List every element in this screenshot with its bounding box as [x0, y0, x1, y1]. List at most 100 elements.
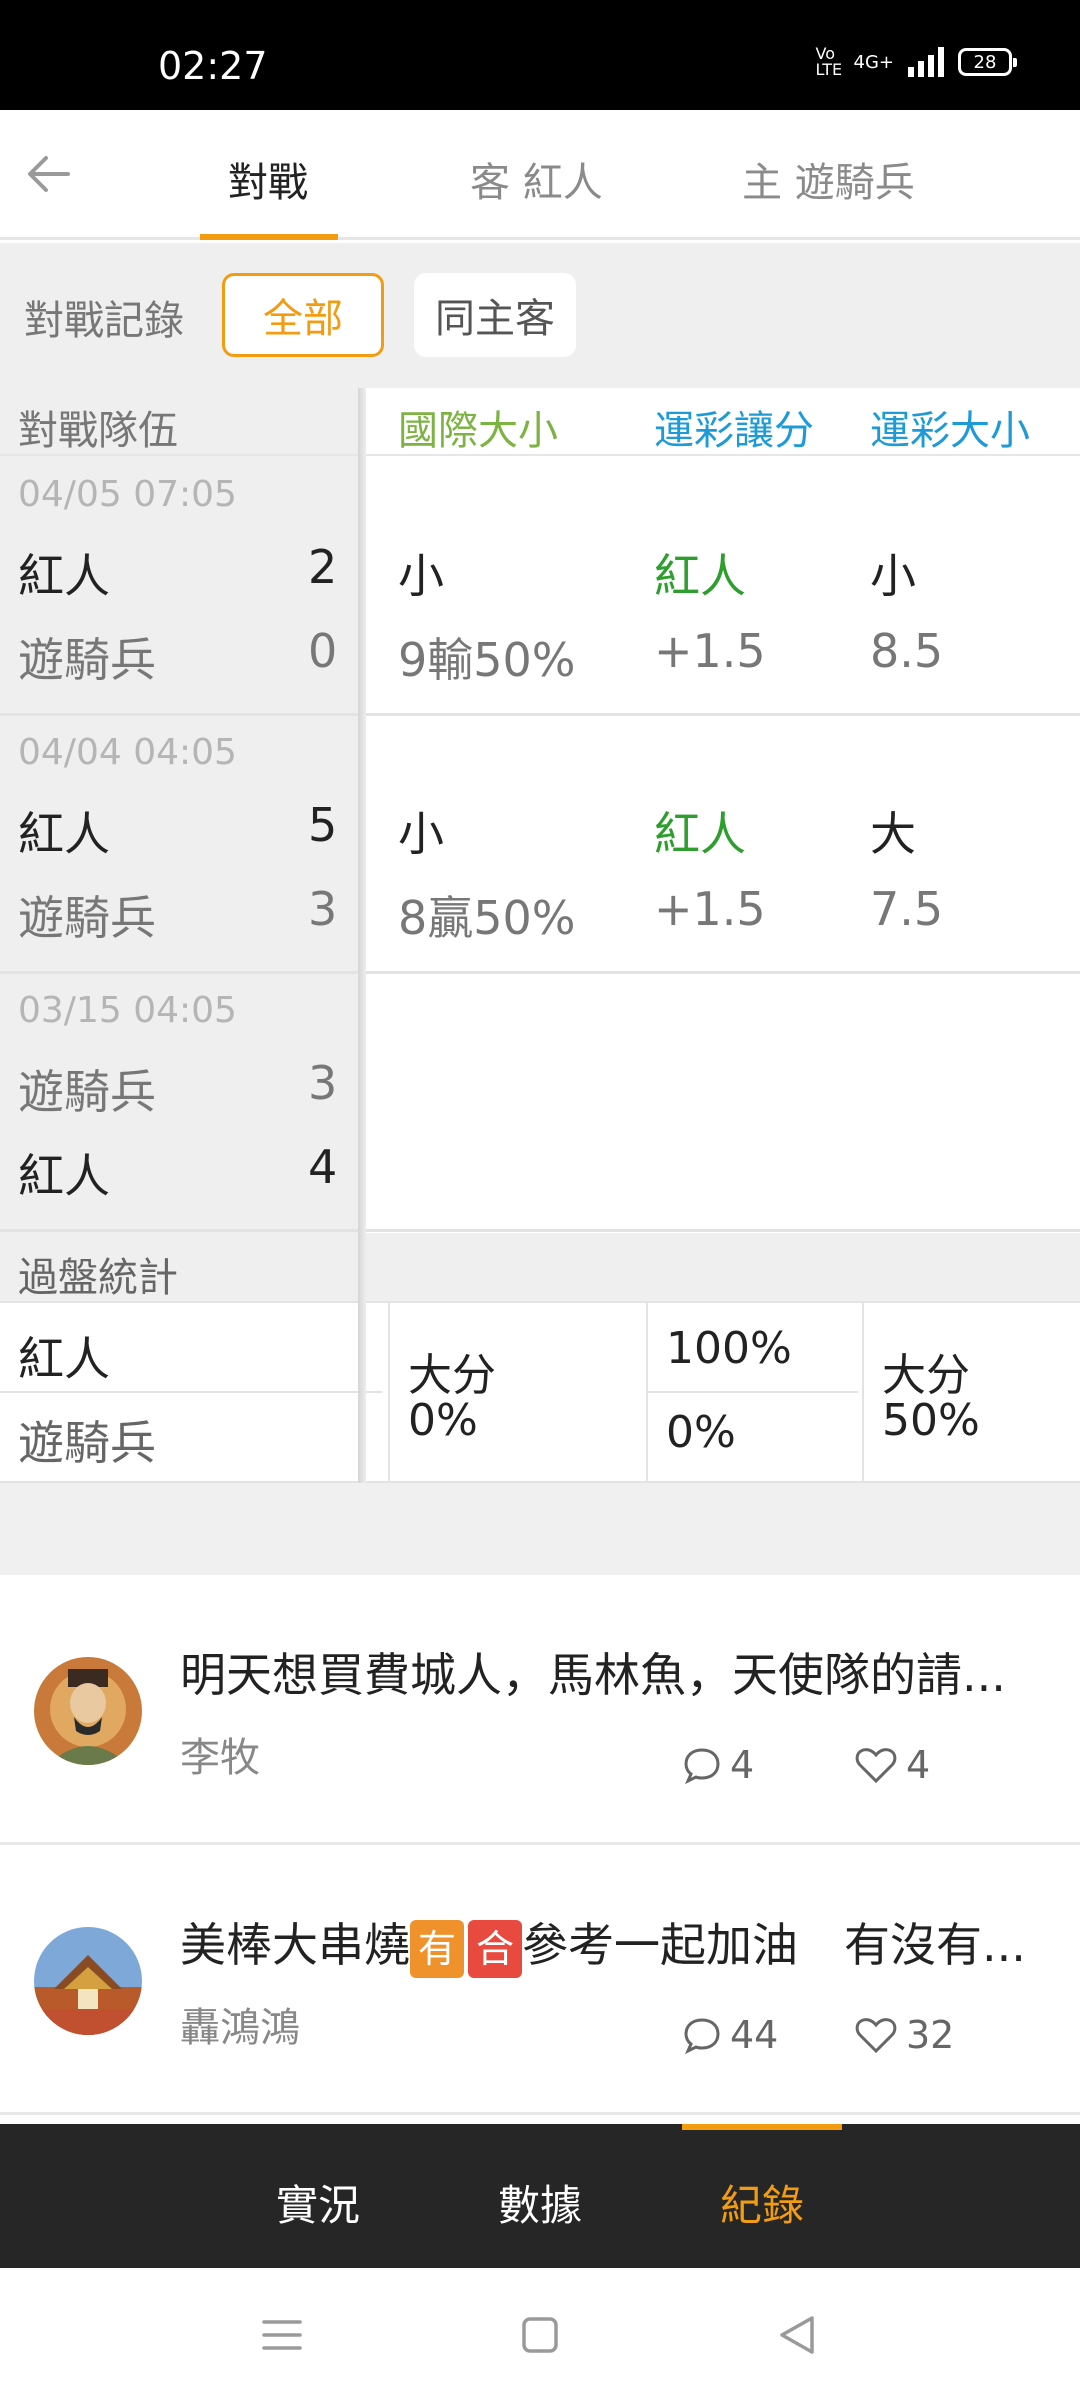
divider [0, 1391, 382, 1393]
match-row[interactable]: 04/04 04:05 紅人 5 遊騎兵 3 小 8贏50% 紅人 +1.5 大… [0, 716, 1080, 974]
forum-post[interactable]: 明天想買費城人，馬林魚，天使隊的請... 李牧 4 4 [0, 1575, 1080, 1845]
bottom-nav: 實況 數據 紀錄 [0, 2124, 1080, 2268]
cover-stats-label: 過盤統計 [18, 1255, 178, 1301]
ou-value: 大 [870, 807, 916, 861]
tab-away-team[interactable]: 客 紅人 [470, 150, 603, 208]
stats-intl-label: 大分 [408, 1350, 496, 1401]
divider [648, 1391, 858, 1393]
battery-icon: 28 [958, 48, 1017, 76]
network-type: 4G+ [853, 51, 894, 73]
post-title: 明天想買費城人，馬林魚，天使隊的請... [180, 1648, 1006, 1702]
comment-icon [684, 1748, 720, 1785]
match-score1: 2 [308, 540, 338, 594]
tag-badge: 有 [410, 1919, 464, 1978]
heart-icon [855, 2018, 897, 2054]
home-icon[interactable] [510, 2308, 570, 2362]
section-gap [0, 1483, 1080, 1575]
tag-badge: 合 [468, 1919, 522, 1978]
back-arrow-icon[interactable] [22, 146, 78, 202]
match-team1: 遊騎兵 [18, 1065, 156, 1119]
cover-stats: 紅人 遊騎兵 大分 0% 100% 0% 大分 50% [0, 1303, 1080, 1483]
comment-icon [684, 2018, 720, 2055]
post-title-prefix: 美棒大串燒 [180, 1918, 410, 1972]
back-triangle-icon[interactable] [768, 2308, 828, 2362]
battery-level: 28 [973, 51, 997, 73]
post-author: 轟鴻鴻 [180, 2005, 300, 2051]
match-date: 03/15 04:05 [18, 990, 237, 1031]
match-row[interactable]: 03/15 04:05 遊騎兵 3 紅人 4 [0, 974, 1080, 1232]
tab-matchup[interactable]: 對戰 [228, 150, 308, 208]
spread-team: 紅人 [654, 549, 746, 603]
system-nav-bar [0, 2268, 1080, 2400]
like-count[interactable]: 4 [854, 1743, 930, 1787]
filter-all-button[interactable]: 全部 [222, 273, 384, 357]
ou-line: 7.5 [870, 882, 944, 936]
match-score2: 0 [308, 624, 338, 678]
like-count-value: 4 [906, 1743, 931, 1787]
match-score2: 4 [308, 1140, 338, 1194]
match-date: 04/04 04:05 [18, 732, 237, 773]
post-title-suffix: 參考一起加油 有沒有... [522, 1918, 1026, 1972]
match-team1: 紅人 [18, 807, 110, 861]
match-team2: 紅人 [18, 1149, 110, 1203]
match-score1: 5 [308, 798, 338, 852]
status-time: 02:27 [158, 44, 268, 88]
volte-icon: Vo LTE [815, 44, 843, 79]
avatar[interactable] [34, 1657, 142, 1765]
divider [862, 1303, 864, 1483]
top-tab-bar: 對戰 客 紅人 主 遊騎兵 [0, 110, 1080, 240]
stats-ou-value: 50% [882, 1395, 980, 1446]
filter-label: 對戰記錄 [24, 298, 184, 344]
filter-same-venue-button[interactable]: 同主客 [414, 273, 576, 357]
stats-intl-value: 0% [408, 1395, 478, 1446]
comment-count-value: 4 [730, 1743, 755, 1787]
stats-ou-label: 大分 [882, 1350, 970, 1401]
intl-ou-result: 8贏50% [398, 891, 576, 945]
menu-icon[interactable] [252, 2308, 312, 2362]
avatar[interactable] [34, 1927, 142, 2035]
divider [646, 1303, 648, 1483]
forum-post[interactable]: 美棒大串燒有合參考一起加油 有沒有... 轟鴻鴻 44 32 [0, 1845, 1080, 2115]
header-spread: 運彩讓分 [654, 408, 814, 454]
signal-icon [908, 47, 944, 77]
ou-line: 8.5 [870, 624, 944, 678]
ou-value: 小 [870, 549, 916, 603]
header-teams: 對戰隊伍 [18, 408, 178, 454]
column-divider [358, 388, 366, 1483]
header-intl-ou: 國際大小 [398, 408, 558, 454]
spread-team: 紅人 [654, 807, 746, 861]
stats-spread-bottom: 0% [666, 1407, 736, 1458]
nav-stats[interactable]: 數據 [498, 2172, 582, 2233]
cover-stats-header: 過盤統計 [0, 1233, 1080, 1303]
record-filter: 對戰記錄 全部 同主客 [0, 243, 1080, 388]
spread-value: +1.5 [654, 624, 766, 678]
status-icons: Vo LTE 4G+ 28 [815, 44, 1017, 79]
match-team2: 遊騎兵 [18, 633, 156, 687]
divider [388, 1303, 390, 1483]
table-header: 對戰隊伍 國際大小 運彩讓分 運彩大小 [0, 388, 1080, 456]
nav-records[interactable]: 紀錄 [720, 2172, 804, 2233]
match-team2: 遊騎兵 [18, 891, 156, 945]
status-bar: 02:27 Vo LTE 4G+ 28 [0, 0, 1080, 110]
comment-count[interactable]: 44 [682, 2013, 778, 2057]
intl-ou-value: 小 [398, 549, 444, 603]
intl-ou-result: 9輸50% [398, 633, 576, 687]
comment-count[interactable]: 4 [682, 1743, 754, 1787]
active-nav-indicator [682, 2124, 842, 2130]
like-count-value: 32 [906, 2013, 955, 2057]
spread-value: +1.5 [654, 882, 766, 936]
match-score1: 3 [308, 1056, 338, 1110]
like-count[interactable]: 32 [854, 2013, 954, 2057]
stats-team1: 紅人 [18, 1332, 110, 1386]
header-ou: 運彩大小 [870, 408, 1030, 454]
match-score2: 3 [308, 882, 338, 936]
heart-icon [855, 1748, 897, 1784]
tab-home-team[interactable]: 主 遊騎兵 [742, 150, 915, 208]
active-tab-indicator [200, 234, 338, 240]
nav-live[interactable]: 實況 [276, 2172, 360, 2233]
match-row[interactable]: 04/05 07:05 紅人 2 遊騎兵 0 小 9輸50% 紅人 +1.5 小… [0, 458, 1080, 716]
match-date: 04/05 07:05 [18, 474, 237, 515]
comment-count-value: 44 [730, 2013, 779, 2057]
intl-ou-value: 小 [398, 807, 444, 861]
post-author: 李牧 [180, 1735, 260, 1781]
